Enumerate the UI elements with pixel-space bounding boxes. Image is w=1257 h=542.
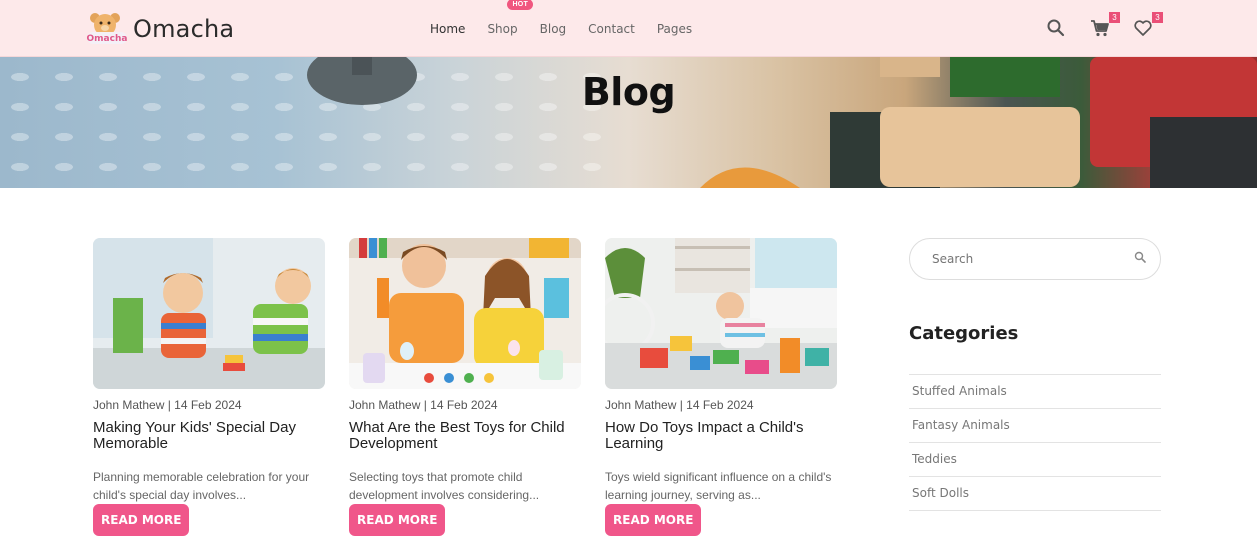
post-image[interactable] xyxy=(93,238,325,389)
search-input[interactable] xyxy=(932,252,1134,266)
cart-icon xyxy=(1091,20,1109,37)
read-more-button[interactable]: READ MORE xyxy=(349,504,446,536)
site-header: Omacha Omacha Home Shop HOT Blog Contact… xyxy=(0,0,1257,57)
hot-badge: HOT xyxy=(507,0,534,10)
blog-post-card: John Mathew | 14 Feb 2024 What Are the B… xyxy=(349,238,581,536)
post-excerpt: Toys wield significant influence on a ch… xyxy=(605,470,832,502)
nav-item-home[interactable]: Home xyxy=(430,22,465,36)
cart-count-badge: 3 xyxy=(1109,12,1120,23)
heart-icon xyxy=(1134,20,1152,36)
nav-item-contact[interactable]: Contact xyxy=(588,22,635,36)
post-excerpt: Planning memorable celebration for your … xyxy=(93,470,310,502)
post-excerpt: Selecting toys that promote child develo… xyxy=(349,470,540,502)
blog-post-card: John Mathew | 14 Feb 2024 How Do Toys Im… xyxy=(605,238,837,536)
category-list: Stuffed Animals Fantasy Animals Teddies … xyxy=(909,374,1161,511)
nav-item-shop-label: Shop xyxy=(487,21,518,36)
nav-item-shop[interactable]: Shop HOT xyxy=(487,0,534,36)
read-more-button[interactable]: READ MORE xyxy=(93,504,190,536)
brand-name: Omacha xyxy=(133,15,235,43)
search-icon[interactable] xyxy=(1046,18,1066,38)
page-title: Blog xyxy=(581,70,676,114)
search-icon[interactable] xyxy=(1134,250,1146,268)
main-nav: Home Shop HOT Blog Contact Pages xyxy=(430,0,714,57)
category-item[interactable]: Teddies xyxy=(909,443,1161,477)
read-more-button[interactable]: READ MORE xyxy=(605,504,702,536)
post-meta: John Mathew | 14 Feb 2024 xyxy=(349,398,498,412)
cart-button[interactable]: 3 xyxy=(1090,12,1120,38)
category-item[interactable]: Soft Dolls xyxy=(909,477,1161,511)
post-title[interactable]: Making Your Kids' Special Day Memorable xyxy=(93,420,325,454)
category-item[interactable]: Stuffed Animals xyxy=(909,375,1161,409)
category-item[interactable]: Fantasy Animals xyxy=(909,409,1161,443)
post-image[interactable] xyxy=(349,238,581,389)
post-meta: John Mathew | 14 Feb 2024 xyxy=(605,398,754,412)
categories-heading: Categories xyxy=(909,323,1019,344)
wishlist-count-badge: 3 xyxy=(1152,12,1163,23)
post-title[interactable]: What Are the Best Toys for Child Develop… xyxy=(349,420,581,454)
sidebar-search xyxy=(909,238,1161,280)
nav-item-blog[interactable]: Blog xyxy=(540,22,567,36)
page-banner: Blog xyxy=(0,57,1257,188)
blog-post-card: John Mathew | 14 Feb 2024 Making Your Ki… xyxy=(93,238,325,536)
svg-text:Omacha: Omacha xyxy=(87,34,128,44)
post-title[interactable]: How Do Toys Impact a Child's Learning xyxy=(605,420,837,454)
post-meta: John Mathew | 14 Feb 2024 xyxy=(93,398,242,412)
wishlist-button[interactable]: 3 xyxy=(1133,12,1163,38)
brand-logo[interactable]: Omacha Omacha xyxy=(85,10,234,48)
teddy-logo-icon: Omacha xyxy=(85,10,129,48)
nav-item-pages[interactable]: Pages xyxy=(657,22,692,36)
post-image[interactable] xyxy=(605,238,837,389)
